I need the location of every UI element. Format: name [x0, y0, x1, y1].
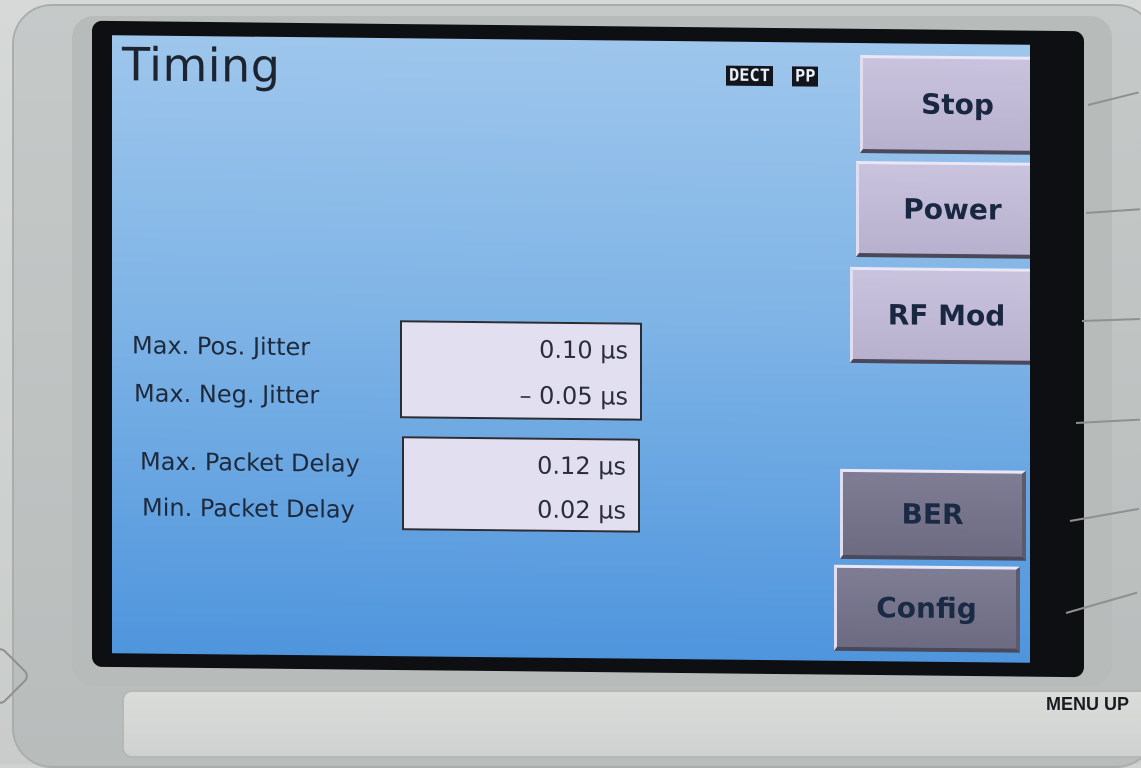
stop-button[interactable]: Stop	[860, 55, 1030, 156]
menu-key-strip	[122, 690, 1141, 758]
ber-button[interactable]: BER	[840, 468, 1026, 561]
standard-badge: DECT	[726, 65, 773, 87]
config-button[interactable]: Config	[834, 564, 1020, 653]
max-neg-jitter-value: – 0.05 µs	[519, 381, 628, 411]
page-title: Timing	[122, 37, 281, 93]
mode-badge: PP	[792, 66, 819, 87]
rf-mod-button[interactable]: RF Mod	[850, 266, 1030, 365]
max-pos-jitter-value: 0.10 µs	[539, 335, 628, 365]
display-screen: Timing DECT PP Max. Pos. Jitter Max. Neg…	[112, 35, 1030, 663]
max-packet-delay-value: 0.12 µs	[537, 451, 626, 481]
menu-up-key-label[interactable]: MENU UP	[1046, 694, 1129, 715]
jitter-value-box: 0.10 µs – 0.05 µs	[400, 320, 642, 421]
max-packet-delay-label: Max. Packet Delay	[140, 447, 360, 478]
min-packet-delay-value: 0.02 µs	[537, 495, 626, 525]
max-pos-jitter-label: Max. Pos. Jitter	[132, 331, 311, 362]
max-neg-jitter-label: Max. Neg. Jitter	[134, 379, 320, 410]
packet-delay-value-box: 0.12 µs 0.02 µs	[402, 436, 640, 533]
min-packet-delay-label: Min. Packet Delay	[142, 493, 355, 524]
power-button[interactable]: Power	[856, 160, 1030, 260]
